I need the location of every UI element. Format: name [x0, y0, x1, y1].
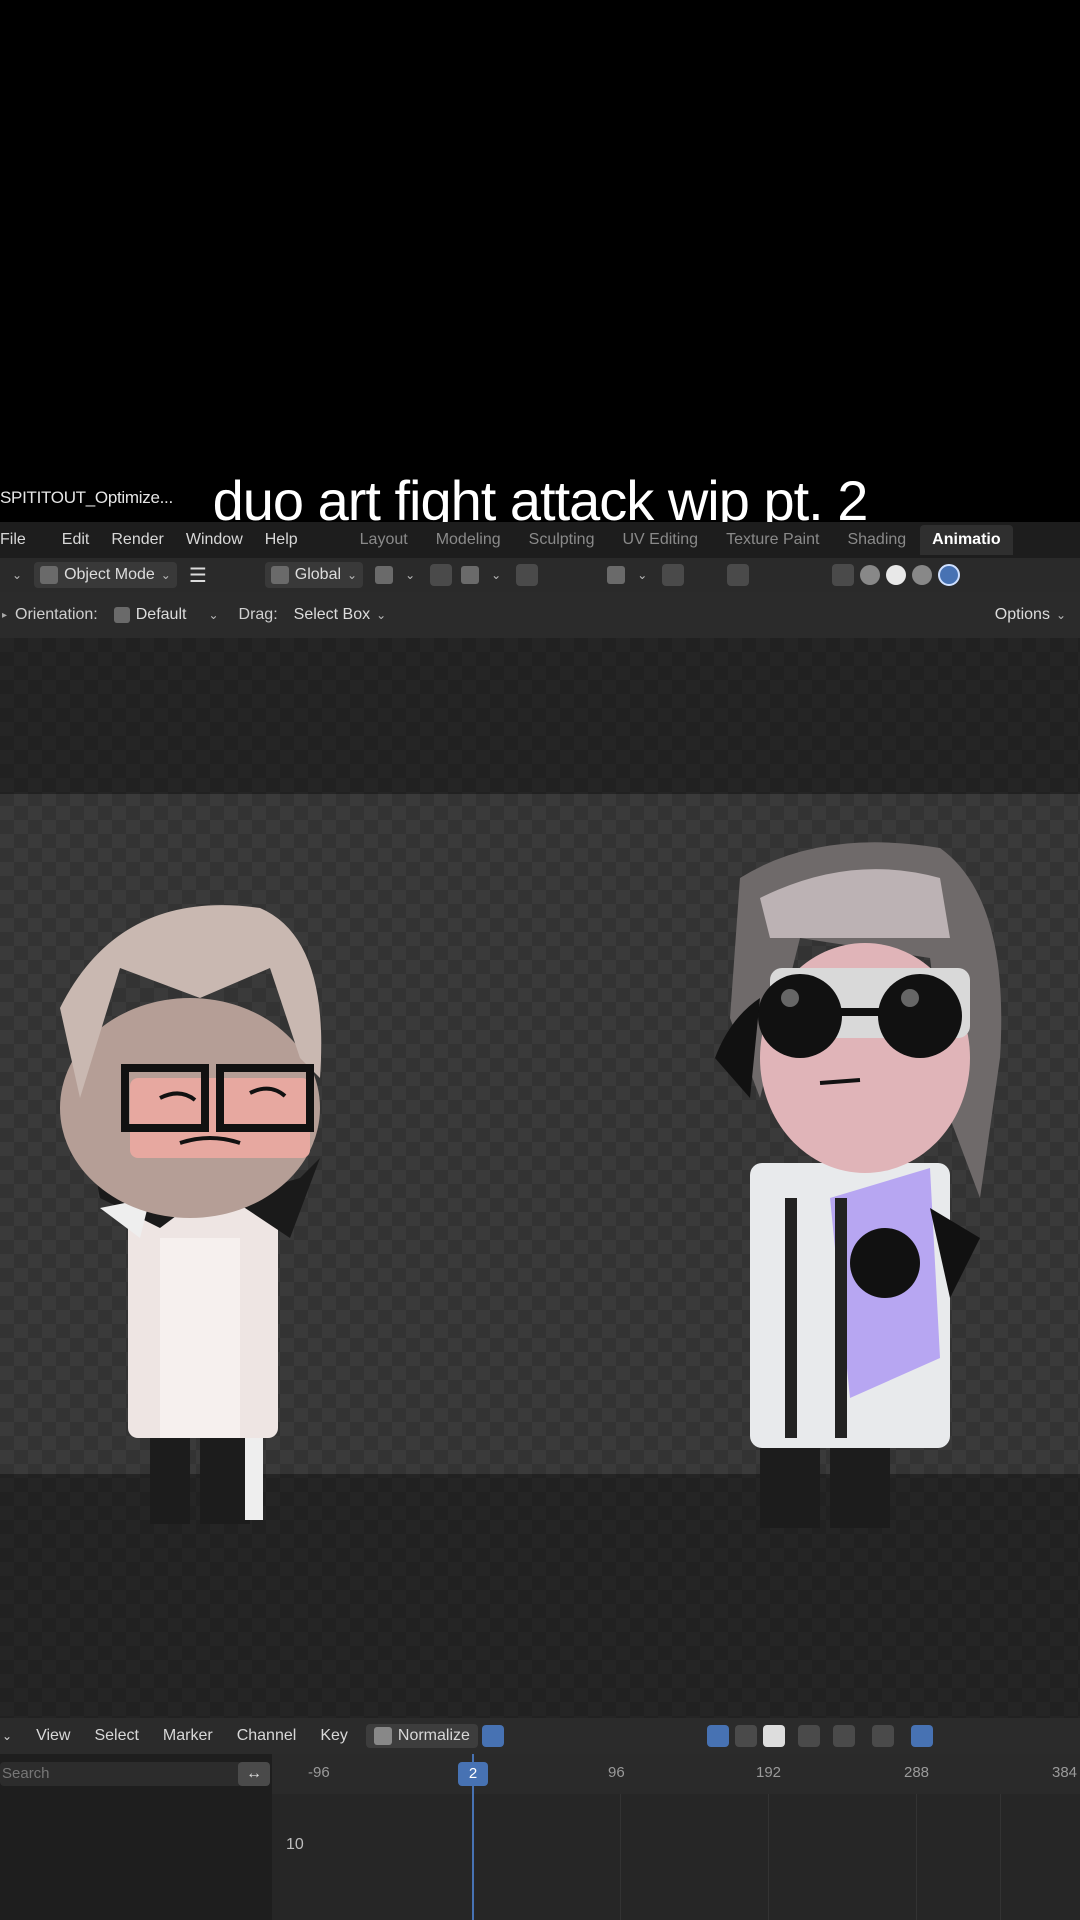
rendered-shading-icon[interactable]	[938, 564, 961, 586]
chevron-down-icon: ⌄	[405, 568, 416, 582]
chevron-down-icon: ⌄	[347, 568, 358, 582]
chevron-down-icon[interactable]: ⌄	[2, 1729, 12, 1743]
pivot-icon	[375, 566, 394, 584]
timeline-graph-editor: Search ↔ -96 96 192 288 384 10 2	[0, 1754, 1080, 1920]
editor-type-dropdown[interactable]: ⌄	[0, 562, 28, 588]
tab-animation[interactable]: Animatio	[920, 525, 1013, 555]
ruler-tick: 384	[1052, 1764, 1078, 1781]
hamburger-menu-icon[interactable]: ☰	[183, 562, 213, 588]
only-selected-icon[interactable]	[797, 1725, 820, 1747]
object-mode-icon	[40, 566, 59, 584]
select-box-icon[interactable]	[734, 1725, 757, 1747]
overlay-toggle-icon[interactable]	[727, 564, 750, 586]
drag-label: Drag:	[238, 606, 278, 623]
chevron-down-icon: ⌄	[491, 568, 502, 582]
tab-uv-editing[interactable]: UV Editing	[608, 531, 712, 549]
snap-target-dropdown[interactable]: ⌄	[455, 562, 507, 588]
timeline-menu-select[interactable]: Select	[94, 1727, 138, 1745]
normalize-toggle[interactable]: Normalize	[365, 1724, 478, 1748]
timeline-menu-channel[interactable]: Channel	[237, 1727, 297, 1745]
current-frame-indicator[interactable]: 2	[458, 1762, 488, 1786]
eye-icon	[607, 566, 626, 584]
timeline-menu-view[interactable]: View	[36, 1727, 70, 1745]
orientation-dropdown[interactable]: Default ⌄	[108, 602, 225, 628]
proportional-edit-icon[interactable]	[516, 564, 539, 586]
transform-orientation-label: Global	[294, 566, 342, 583]
snap-increment-icon	[461, 566, 480, 584]
orientation-icon	[113, 607, 130, 623]
chevron-down-icon: ⌄	[376, 608, 387, 622]
orientation-value: Default	[135, 606, 187, 623]
tool-settings-bar: ▸ Orientation: Default ⌄ Drag: Select Bo…	[0, 592, 1080, 638]
timeline-header: ⌄ View Select Marker Channel Key Normali…	[0, 1718, 1080, 1754]
tab-layout[interactable]: Layout	[346, 531, 422, 549]
swap-arrows-icon[interactable]: ↔	[238, 1762, 270, 1786]
transform-orientation-dropdown[interactable]: Global ⌄	[264, 562, 364, 588]
menu-file[interactable]: File	[0, 531, 40, 549]
wireframe-shading-icon[interactable]	[860, 565, 881, 585]
pivot-point-dropdown[interactable]: ⌄	[369, 562, 421, 588]
ruler-tick: -96	[308, 1764, 330, 1781]
mode-label: Object Mode	[64, 566, 155, 583]
menu-edit[interactable]: Edit	[40, 531, 104, 549]
options-label: Options	[994, 606, 1050, 623]
chevron-down-icon: ⌄	[12, 568, 23, 582]
ruler-tick: 192	[756, 1764, 782, 1781]
normalize-label: Normalize	[397, 1727, 470, 1744]
frame-ruler[interactable]: -96 96 192 288 384	[272, 1754, 1080, 1794]
orientation-label: Orientation:	[15, 606, 98, 623]
chevron-down-icon: ⌄	[208, 608, 219, 622]
graph-area[interactable]	[272, 1794, 1080, 1920]
normalize-icon	[373, 1727, 392, 1745]
timeline-menu-key[interactable]: Key	[320, 1727, 348, 1745]
ruler-tick: 288	[904, 1764, 930, 1781]
menu-render[interactable]: Render	[103, 531, 177, 549]
character-left	[60, 905, 322, 1524]
gizmo-toggle-icon[interactable]	[662, 564, 685, 586]
collapse-arrow-icon[interactable]: ▸	[2, 610, 7, 621]
character-right	[715, 842, 1002, 1528]
tab-shading[interactable]: Shading	[833, 531, 920, 549]
chevron-down-icon: ⌄	[637, 568, 648, 582]
xray-toggle-icon[interactable]	[832, 564, 855, 586]
refresh-icon[interactable]	[481, 1725, 504, 1747]
chevron-down-icon: ⌄	[160, 568, 171, 582]
menu-window[interactable]: Window	[178, 531, 257, 549]
chevron-down-icon: ⌄	[1055, 608, 1066, 622]
tab-modeling[interactable]: Modeling	[422, 531, 515, 549]
pivot-icon[interactable]	[871, 1725, 894, 1747]
mode-dropdown[interactable]: Object Mode ⌄	[34, 562, 177, 588]
drag-dropdown[interactable]: Select Box ⌄	[288, 602, 393, 628]
scene-characters	[60, 842, 1002, 1528]
graph-y-label: 10	[286, 1836, 304, 1853]
axis-icon	[270, 566, 289, 584]
material-shading-icon[interactable]	[912, 565, 933, 585]
solid-shading-icon[interactable]	[886, 565, 907, 585]
top-menu-bar: File Edit Render Window Help Layout Mode…	[0, 522, 1080, 558]
visibility-dropdown[interactable]: ⌄	[601, 562, 653, 588]
menu-help[interactable]: Help	[257, 531, 312, 549]
tab-texture-paint[interactable]: Texture Paint	[712, 531, 833, 549]
tab-sculpting[interactable]: Sculpting	[515, 531, 609, 549]
snap-toggle-icon[interactable]	[430, 564, 453, 586]
options-dropdown[interactable]: Options ⌄	[989, 602, 1072, 628]
channel-search-input[interactable]: Search	[0, 1762, 242, 1786]
snap-icon[interactable]	[910, 1725, 933, 1747]
viewport-header: ⌄ Object Mode ⌄ ☰ Global ⌄ ⌄ ⌄ ⌄	[0, 558, 1080, 592]
select-cursor-icon[interactable]	[706, 1725, 729, 1747]
drag-value: Select Box	[293, 606, 371, 623]
timeline-menu-marker[interactable]: Marker	[163, 1727, 213, 1745]
filter-icon[interactable]	[832, 1725, 855, 1747]
ruler-tick: 96	[608, 1764, 625, 1781]
3d-viewport[interactable]	[0, 638, 1080, 1718]
warning-icon[interactable]	[762, 1725, 785, 1747]
